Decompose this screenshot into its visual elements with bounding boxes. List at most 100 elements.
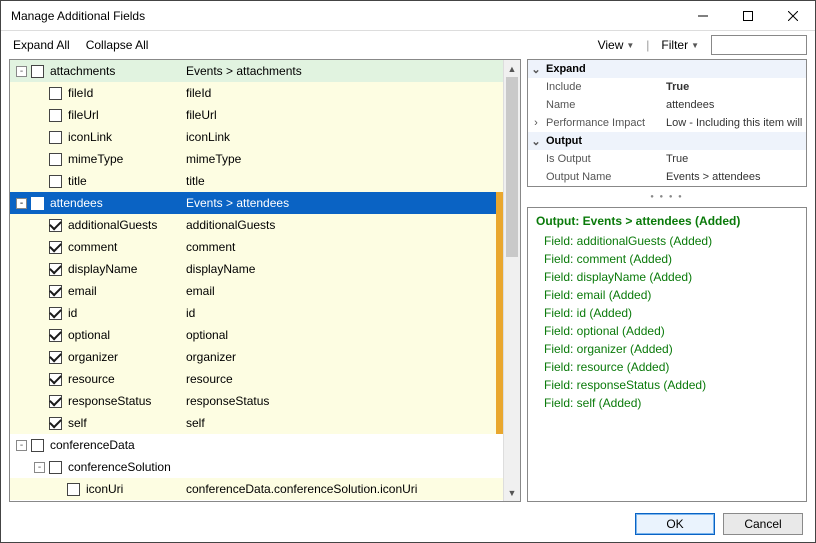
vertical-scrollbar[interactable]: ▲ ▼: [503, 60, 520, 501]
checkbox[interactable]: [31, 65, 44, 78]
checkbox[interactable]: [49, 285, 62, 298]
tree-node-path: self: [186, 416, 520, 430]
checkbox[interactable]: [49, 153, 62, 166]
filter-dropdown[interactable]: Filter ▼: [657, 36, 703, 54]
tree-node-name: comment: [68, 240, 186, 254]
tree-node-name: fileId: [68, 86, 186, 100]
output-title: Output: Events > attendees (Added): [536, 214, 798, 228]
tree-node-name: attendees: [50, 196, 186, 210]
checkbox[interactable]: [49, 263, 62, 276]
filter-label: Filter: [661, 38, 688, 52]
minimize-button[interactable]: [680, 1, 725, 30]
tree-node-path: responseStatus: [186, 394, 520, 408]
tree-row[interactable]: -attachmentsEvents > attachments: [10, 60, 520, 82]
checkbox[interactable]: [31, 197, 44, 210]
tree-node-name: iconUri: [86, 482, 186, 496]
tree-row[interactable]: emailemail: [10, 280, 520, 302]
tree-node-path: organizer: [186, 350, 520, 364]
window-title: Manage Additional Fields: [11, 9, 145, 23]
checkbox[interactable]: [49, 87, 62, 100]
checkbox[interactable]: [49, 351, 62, 364]
tree-row[interactable]: selfself: [10, 412, 520, 434]
collapse-icon[interactable]: -: [16, 440, 27, 451]
tree[interactable]: -attachmentsEvents > attachmentsfileIdfi…: [10, 60, 520, 501]
tree-row[interactable]: optionaloptional: [10, 324, 520, 346]
tree-row[interactable]: iconLinkiconLink: [10, 126, 520, 148]
tree-row[interactable]: titletitle: [10, 170, 520, 192]
chevron-down-icon: ▼: [691, 41, 699, 50]
ok-button[interactable]: OK: [635, 513, 715, 535]
tree-row[interactable]: fileUrlfileUrl: [10, 104, 520, 126]
collapse-all-button[interactable]: Collapse All: [82, 36, 153, 54]
tree-node-path: mimeType: [186, 152, 520, 166]
prop-include[interactable]: Include True: [528, 78, 806, 96]
cancel-button[interactable]: Cancel: [723, 513, 803, 535]
checkbox[interactable]: [49, 395, 62, 408]
tree-row[interactable]: responseStatusresponseStatus: [10, 390, 520, 412]
tree-row[interactable]: displayNamedisplayName: [10, 258, 520, 280]
horizontal-splitter[interactable]: ● ● ● ●: [527, 193, 807, 201]
propcat-expand[interactable]: ⌄ Expand: [528, 60, 806, 78]
expand-icon[interactable]: ›: [528, 117, 544, 129]
tree-node-name: additionalGuests: [68, 218, 186, 232]
prop-is-output[interactable]: Is Output True: [528, 150, 806, 168]
tree-row[interactable]: commentcomment: [10, 236, 520, 258]
checkbox[interactable]: [49, 307, 62, 320]
checkbox[interactable]: [49, 175, 62, 188]
tree-row[interactable]: resourceresource: [10, 368, 520, 390]
checkbox[interactable]: [31, 439, 44, 452]
tree-row[interactable]: fileIdfileId: [10, 82, 520, 104]
scroll-up-icon[interactable]: ▲: [504, 60, 520, 77]
tree-node-path: id: [186, 306, 520, 320]
prop-performance-impact[interactable]: › Performance Impact Low - Including thi…: [528, 114, 806, 132]
output-panel: Output: Events > attendees (Added) Field…: [527, 207, 807, 502]
checkbox[interactable]: [49, 373, 62, 386]
tree-row[interactable]: -conferenceSolution: [10, 456, 520, 478]
tree-row[interactable]: idid: [10, 302, 520, 324]
collapse-icon[interactable]: -: [34, 462, 45, 473]
checkbox[interactable]: [49, 461, 62, 474]
maximize-button[interactable]: [725, 1, 770, 30]
checkbox[interactable]: [49, 219, 62, 232]
expand-all-button[interactable]: Expand All: [9, 36, 74, 54]
collapse-icon[interactable]: ⌄: [528, 135, 544, 148]
tree-row[interactable]: additionalGuestsadditionalGuests: [10, 214, 520, 236]
tree-node-name: email: [68, 284, 186, 298]
checkbox[interactable]: [67, 483, 80, 496]
tree-row[interactable]: iconUriconferenceData.conferenceSolution…: [10, 478, 520, 500]
chevron-down-icon: ▼: [626, 41, 634, 50]
tree-node-name: displayName: [68, 262, 186, 276]
prop-name[interactable]: Name attendees: [528, 96, 806, 114]
window: Manage Additional Fields Expand All Coll…: [0, 0, 816, 543]
tree-node-path: title: [186, 174, 520, 188]
tree-node-path: Events > attendees: [186, 196, 520, 210]
tree-node-path: Events > attachments: [186, 64, 520, 78]
tree-node-path: fileUrl: [186, 108, 520, 122]
collapse-icon[interactable]: -: [16, 66, 27, 77]
checkbox[interactable]: [49, 109, 62, 122]
tree-node-name: id: [68, 306, 186, 320]
output-line: Field: comment (Added): [536, 250, 798, 268]
checkbox[interactable]: [49, 241, 62, 254]
collapse-icon[interactable]: -: [16, 198, 27, 209]
prop-output-name[interactable]: Output Name Events > attendees: [528, 168, 806, 186]
close-button[interactable]: [770, 1, 815, 30]
scroll-down-icon[interactable]: ▼: [504, 484, 520, 501]
scrollbar-thumb[interactable]: [506, 77, 518, 257]
minimize-icon: [698, 11, 708, 21]
tree-node-name: title: [68, 174, 186, 188]
tree-row[interactable]: mimeTypemimeType: [10, 148, 520, 170]
view-dropdown[interactable]: View ▼: [594, 36, 639, 54]
tree-node-name: mimeType: [68, 152, 186, 166]
checkbox[interactable]: [49, 329, 62, 342]
collapse-icon[interactable]: ⌄: [528, 63, 544, 76]
propcat-output[interactable]: ⌄ Output: [528, 132, 806, 150]
filter-input[interactable]: [711, 35, 807, 55]
tree-node-name: optional: [68, 328, 186, 342]
tree-row[interactable]: -conferenceData: [10, 434, 520, 456]
checkbox[interactable]: [49, 417, 62, 430]
tree-node-path: conferenceData.conferenceSolution.iconUr…: [186, 482, 520, 496]
tree-row[interactable]: - attendeesEvents > attendees: [10, 192, 520, 214]
checkbox[interactable]: [49, 131, 62, 144]
tree-row[interactable]: organizerorganizer: [10, 346, 520, 368]
